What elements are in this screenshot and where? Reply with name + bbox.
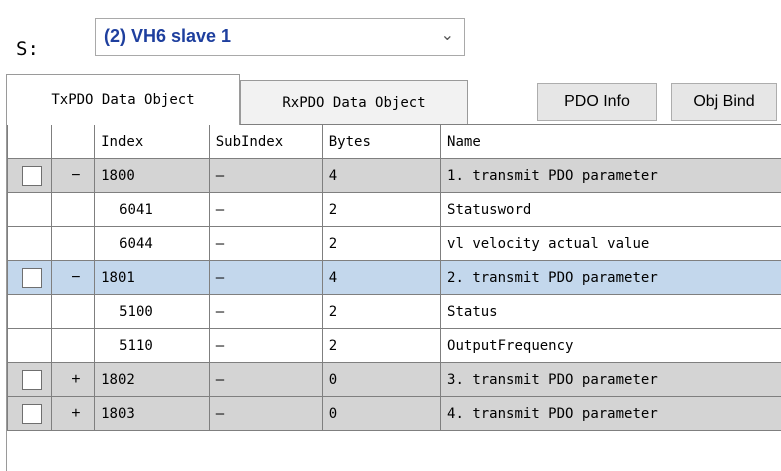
row-checkbox[interactable]	[22, 165, 42, 186]
row-expander[interactable]: −	[50, 158, 96, 193]
row-checkbox-cell	[7, 294, 52, 329]
cell-index: 1802	[94, 362, 210, 397]
row-checkbox-cell	[7, 260, 52, 295]
row-checkbox[interactable]	[22, 403, 42, 424]
column-header-bytes[interactable]: Bytes	[321, 124, 442, 159]
cell-bytes: 2	[321, 294, 442, 329]
cell-subindex: —	[208, 226, 323, 261]
tab-bar: TxPDO Data Object RxPDO Data Object	[6, 74, 781, 125]
row-expander[interactable]: +	[50, 396, 96, 431]
pdo-info-button[interactable]: PDO Info	[537, 83, 657, 121]
cell-index: 1801	[94, 260, 210, 295]
tab-txpdo[interactable]: TxPDO Data Object	[6, 74, 240, 125]
column-header-index[interactable]: Index	[94, 124, 210, 159]
cell-name: OutputFrequency	[440, 328, 781, 363]
cell-name: 1. transmit PDO parameter	[440, 158, 781, 193]
cell-subindex: —	[208, 328, 323, 363]
cell-index: 1800	[94, 158, 210, 193]
cell-name: vl velocity actual value	[440, 226, 781, 261]
column-header-checkbox	[7, 124, 52, 159]
cell-name: Statusword	[440, 192, 781, 227]
row-checkbox-cell	[7, 362, 52, 397]
table-row-group[interactable]: +1802—0 3. transmit PDO parameter	[7, 362, 781, 397]
cell-index: 6041	[94, 192, 210, 227]
cell-name: 3. transmit PDO parameter	[440, 362, 781, 397]
tab-rxpdo[interactable]: RxPDO Data Object	[240, 80, 468, 124]
table-header-row: Index SubIndex Bytes Name	[7, 124, 781, 159]
cell-index: 6044	[94, 226, 210, 261]
cell-subindex: —	[208, 192, 323, 227]
row-expander-empty	[50, 328, 96, 363]
table-row-group[interactable]: +1803—0 4. transmit PDO parameter	[7, 396, 781, 431]
table-row-group[interactable]: −1801—4 2. transmit PDO parameter	[7, 260, 781, 295]
table-row[interactable]: 5100—2 Status	[7, 294, 781, 329]
row-checkbox-cell	[7, 226, 52, 261]
cell-subindex: —	[208, 260, 323, 295]
slave-label: S:	[16, 38, 39, 60]
cell-subindex: —	[208, 294, 323, 329]
cell-bytes: 2	[321, 226, 442, 261]
row-expander-empty	[50, 294, 96, 329]
cell-name: Status	[440, 294, 781, 329]
slave-select[interactable]: (2) VH6 slave 1 ⌄	[95, 18, 465, 56]
cell-name: 2. transmit PDO parameter	[440, 260, 781, 295]
table-row[interactable]: 6041—2 Statusword	[7, 192, 781, 227]
row-checkbox[interactable]	[22, 369, 42, 390]
cell-subindex: —	[208, 396, 323, 431]
slave-select-value: (2) VH6 slave 1	[104, 26, 232, 46]
cell-subindex: —	[208, 362, 323, 397]
column-header-subindex[interactable]: SubIndex	[208, 124, 323, 159]
chevron-down-icon[interactable]: ⌄	[441, 25, 454, 45]
table-row-group[interactable]: −1800—4 1. transmit PDO parameter	[7, 158, 781, 193]
cell-bytes: 0	[321, 362, 442, 397]
row-checkbox-cell	[7, 396, 52, 431]
row-checkbox[interactable]	[22, 267, 42, 288]
cell-index: 5110	[94, 328, 210, 363]
column-header-expander	[50, 124, 96, 159]
cell-index: 1803	[94, 396, 210, 431]
row-expander-empty	[50, 192, 96, 227]
cell-bytes: 4	[321, 158, 442, 193]
cell-bytes: 2	[321, 192, 442, 227]
row-checkbox-cell	[7, 328, 52, 363]
table-row[interactable]: 5110—2 OutputFrequency	[7, 328, 781, 363]
cell-bytes: 2	[321, 328, 442, 363]
cell-subindex: —	[208, 158, 323, 193]
cell-index: 5100	[94, 294, 210, 329]
row-expander[interactable]: +	[50, 362, 96, 397]
cell-name: 4. transmit PDO parameter	[440, 396, 781, 431]
row-expander[interactable]: −	[50, 260, 96, 295]
obj-bind-button[interactable]: Obj Bind	[671, 83, 777, 121]
row-checkbox-cell	[7, 192, 52, 227]
pdo-table: Index SubIndex Bytes Name −1800—4 1. tran…	[7, 124, 781, 431]
table-row[interactable]: 6044—2 vl velocity actual value	[7, 226, 781, 261]
pdo-table-container: Index SubIndex Bytes Name −1800—4 1. tran…	[6, 124, 781, 471]
row-expander-empty	[50, 226, 96, 261]
row-checkbox-cell	[7, 158, 52, 193]
cell-bytes: 0	[321, 396, 442, 431]
column-header-name[interactable]: Name	[440, 124, 781, 159]
cell-bytes: 4	[321, 260, 442, 295]
